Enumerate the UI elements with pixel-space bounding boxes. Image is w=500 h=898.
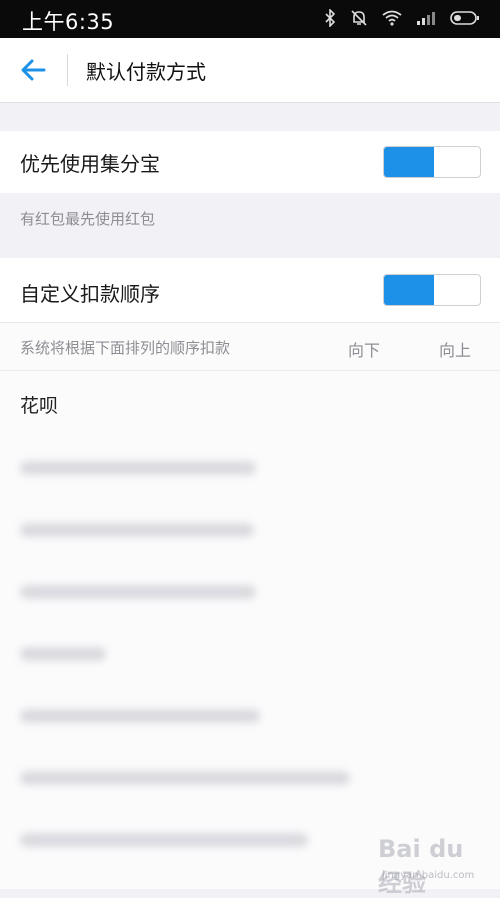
baidu-jingyan-watermark: Bai du 经验 jingyan.baidu.com [378,831,482,897]
jifenbao-hint: 有红包最先使用红包 [20,210,156,228]
wifi-icon [382,10,402,26]
custom-order-toggle[interactable] [383,274,481,306]
payment-method-list: 花呗 [0,371,500,889]
jifenbao-row: 优先使用集分宝 [0,131,500,193]
list-item-blurred[interactable] [0,621,500,683]
list-item-blurred[interactable] [0,683,500,745]
status-icons [324,9,480,27]
move-down-button[interactable]: 向下 [348,337,380,361]
list-item-huabei[interactable]: 花呗 [0,373,500,435]
list-item-blurred[interactable] [0,435,500,497]
blurred-text [20,461,256,475]
status-time: 上午6:35 [22,10,115,34]
blurred-text [20,833,308,847]
page-title: 默认付款方式 [86,60,206,84]
back-arrow-icon [14,59,54,92]
list-item-blurred[interactable] [0,497,500,559]
blurred-text [20,647,106,661]
nav-bar: 默认付款方式 [0,38,500,103]
mute-bell-icon [350,9,368,27]
custom-order-row: 自定义扣款顺序 [0,258,500,323]
list-item-blurred[interactable] [0,745,500,807]
blurred-text [20,523,254,537]
battery-icon [450,10,480,26]
order-hint: 系统将根据下面排列的顺序扣款 [20,339,231,357]
watermark-url: jingyan.baidu.com [382,870,475,881]
order-hint-row: 系统将根据下面排列的顺序扣款 向下 向上 [0,323,500,371]
nav-divider [67,54,68,86]
list-item-label: 花呗 [20,395,59,417]
toggle-on-fill [384,275,434,305]
blurred-text [20,771,350,785]
bluetooth-icon [324,9,336,27]
status-bar: 上午6:35 [0,0,500,38]
move-up-button[interactable]: 向上 [439,337,471,361]
jifenbao-label: 优先使用集分宝 [20,152,160,176]
back-button[interactable] [14,52,54,88]
list-item-blurred[interactable] [0,559,500,621]
jifenbao-toggle[interactable] [383,146,481,178]
blurred-text [20,585,256,599]
custom-order-label: 自定义扣款顺序 [20,282,160,306]
blurred-text [20,709,260,723]
toggle-on-fill [384,147,434,177]
signal-icon [416,10,436,26]
